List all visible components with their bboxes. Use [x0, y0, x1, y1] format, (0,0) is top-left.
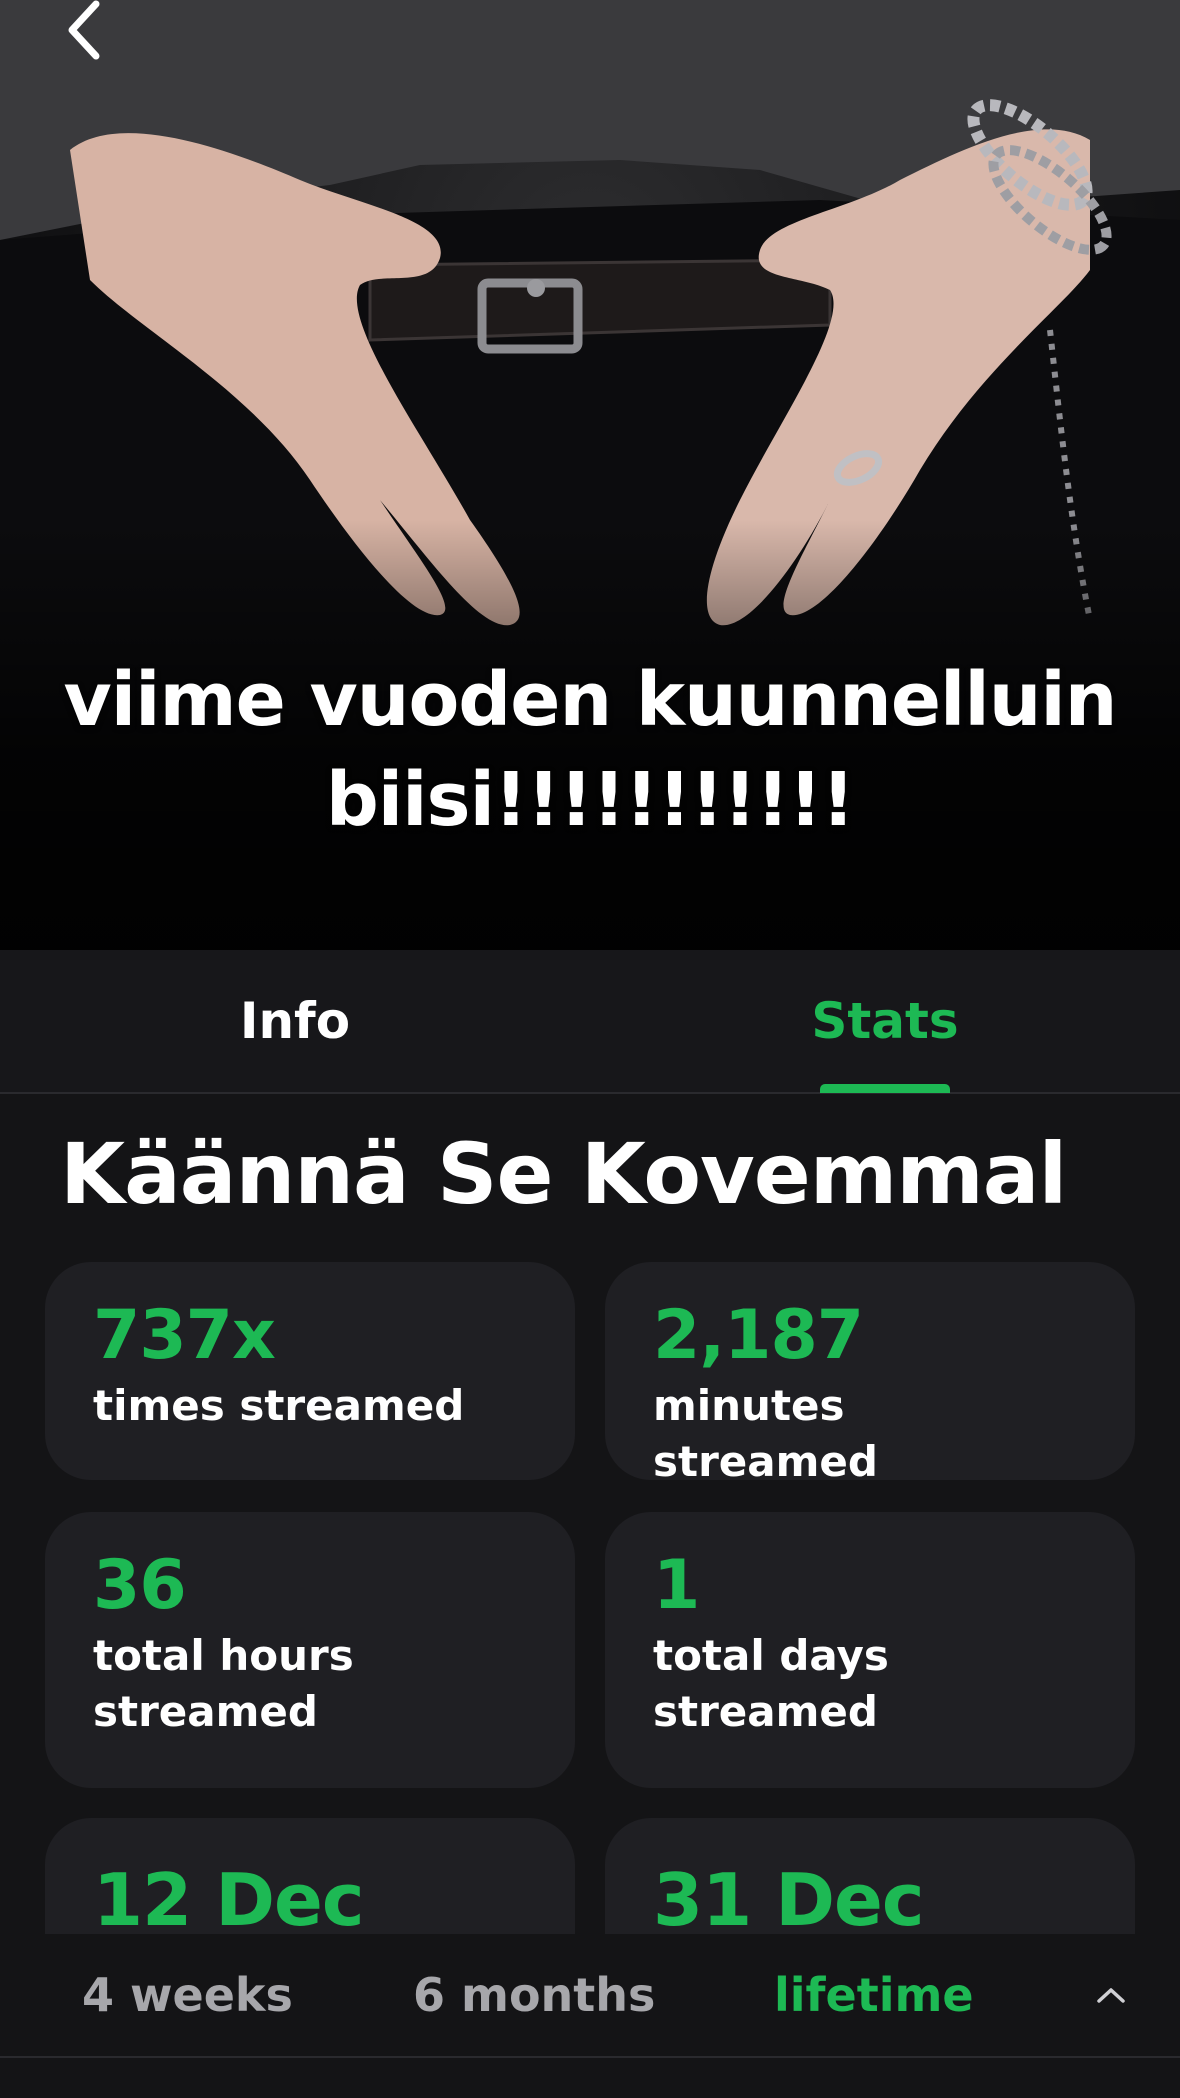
stat-value: 2,187	[653, 1296, 864, 1375]
stat-value: 737x	[93, 1296, 276, 1375]
active-tab-indicator	[820, 1084, 950, 1093]
stat-label: minutes streamed	[653, 1381, 878, 1486]
chevron-left-icon	[68, 0, 100, 60]
tab-bar: Info Stats	[0, 950, 1180, 1094]
hero-caption: viime vuoden kuunnelluin biisi!!!!!!!!!!…	[63, 657, 1118, 843]
tab-info[interactable]: Info	[0, 950, 590, 1092]
time-range-bar: 4 weeks 6 months lifetime	[0, 1934, 1180, 2098]
tab-stats[interactable]: Stats	[590, 950, 1180, 1092]
expand-button[interactable]	[1086, 1970, 1136, 2020]
stat-label: times streamed	[93, 1381, 465, 1430]
stat-card-times-streamed: 737x times streamed	[45, 1262, 575, 1480]
stat-card-total-days: 1 total days streamed	[605, 1512, 1135, 1788]
stat-card-minutes-streamed: 2,187 minutes streamed	[605, 1262, 1135, 1486]
time-range-row: 4 weeks 6 months lifetime	[0, 1934, 1180, 2058]
stat-label: total days streamed	[653, 1631, 889, 1736]
back-button[interactable]	[54, 0, 114, 64]
stat-value: 36	[93, 1546, 187, 1625]
track-title: Käännä Se Kovemmal	[60, 1125, 1067, 1223]
range-6-months[interactable]: 6 months	[413, 1934, 655, 2056]
chevron-up-icon	[1097, 1988, 1125, 2003]
stat-card-total-hours: 36 total hours streamed	[45, 1512, 575, 1788]
range-lifetime[interactable]: lifetime	[774, 1934, 974, 2056]
stat-label: total hours streamed	[93, 1631, 354, 1736]
stat-value: 1	[653, 1546, 700, 1625]
range-4-weeks[interactable]: 4 weeks	[82, 1934, 293, 2056]
hero-image: viime vuoden kuunnelluin biisi!!!!!!!!!!…	[0, 0, 1180, 950]
